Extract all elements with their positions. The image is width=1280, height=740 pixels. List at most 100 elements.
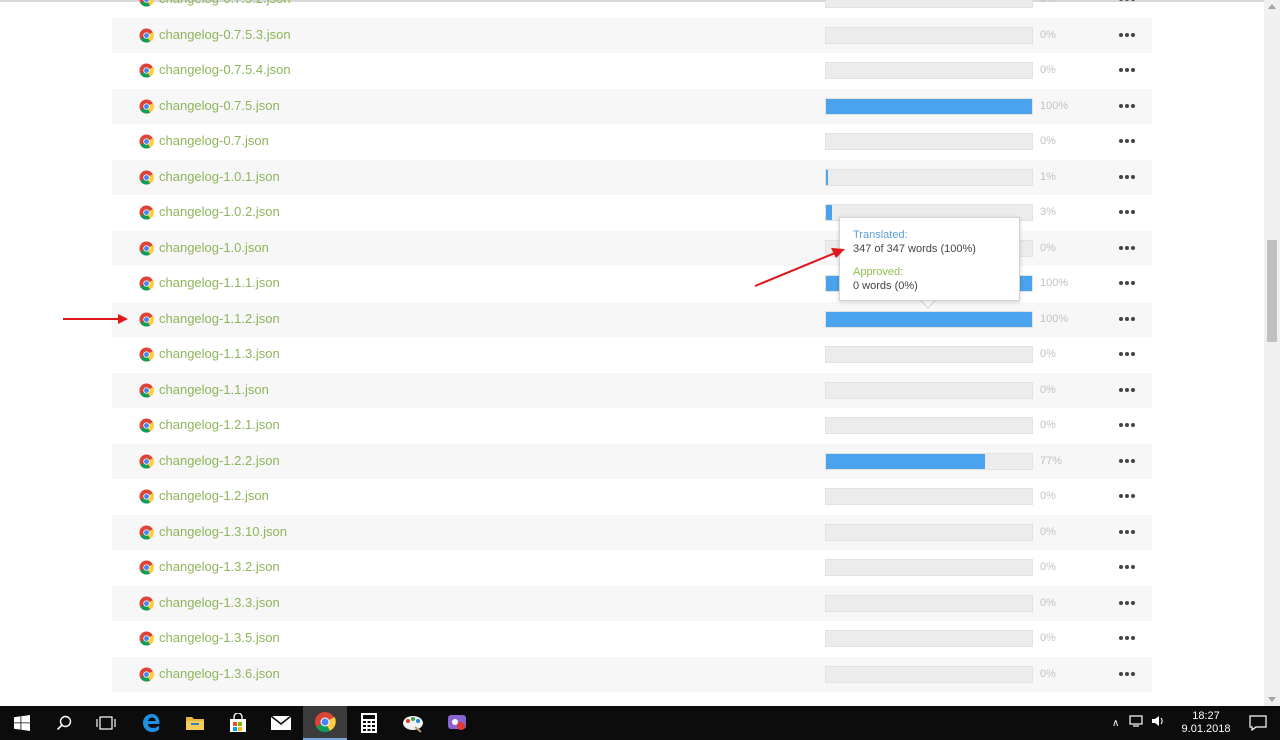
vertical-scrollbar[interactable] [1264, 0, 1280, 706]
notifications-icon[interactable] [1236, 706, 1280, 740]
file-name-link[interactable]: changelog-1.1.2.json [159, 311, 280, 326]
scroll-up-arrow-icon[interactable] [1268, 4, 1276, 9]
file-name-link[interactable]: changelog-0.7.json [159, 133, 269, 148]
more-options-icon[interactable] [1116, 524, 1138, 540]
more-options-icon[interactable] [1116, 630, 1138, 646]
file-row[interactable]: changelog-1.2.json 0% [112, 479, 1152, 515]
file-row[interactable]: changelog-1.1.3.json 0% [112, 337, 1152, 373]
translation-progress-bar[interactable] [825, 97, 1033, 115]
chrome-icon[interactable] [303, 706, 347, 740]
paint-icon[interactable] [391, 706, 435, 740]
tray-chevron-icon[interactable]: ∧ [1112, 718, 1119, 729]
file-name-link[interactable]: changelog-1.0.1.json [159, 169, 280, 184]
file-name-link[interactable]: changelog-1.2.1.json [159, 417, 280, 432]
more-options-icon[interactable] [1116, 204, 1138, 220]
more-options-icon[interactable] [1116, 240, 1138, 256]
file-row[interactable]: changelog-1.2.2.json 77% [112, 443, 1152, 479]
file-row[interactable]: changelog-1.2.1.json 0% [112, 408, 1152, 444]
task-view-icon[interactable] [84, 706, 128, 740]
scroll-down-arrow-icon[interactable] [1268, 697, 1276, 702]
more-options-icon[interactable] [1116, 382, 1138, 398]
file-name-link[interactable]: changelog-1.0.2.json [159, 204, 280, 219]
mail-icon[interactable] [259, 706, 303, 740]
app-icon[interactable] [435, 706, 479, 740]
file-row[interactable]: changelog-1.3.6.json 0% [112, 656, 1152, 692]
more-options-icon[interactable] [1116, 559, 1138, 575]
more-options-icon[interactable] [1116, 595, 1138, 611]
translation-progress-bar[interactable] [825, 346, 1033, 363]
volume-icon[interactable] [1151, 714, 1165, 732]
more-options-icon[interactable] [1116, 346, 1138, 362]
file-name-link[interactable]: changelog-1.1.json [159, 382, 269, 397]
translation-progress-bar[interactable] [825, 523, 1033, 541]
translation-progress-bar[interactable] [825, 26, 1033, 44]
file-name-link[interactable]: changelog-1.3.2.json [159, 559, 280, 574]
file-row[interactable]: changelog-1.3.3.json 0% [112, 585, 1152, 621]
file-name-link[interactable]: changelog-0.7.5.4.json [159, 62, 291, 77]
network-icon[interactable] [1129, 714, 1143, 732]
file-name-link[interactable]: changelog-1.3.3.json [159, 595, 280, 610]
file-row[interactable]: changelog-1.1.json 0% [112, 372, 1152, 408]
more-options-icon[interactable] [1116, 453, 1138, 469]
translation-progress-bar[interactable] [825, 594, 1033, 612]
translation-progress-bar[interactable] [825, 310, 1033, 328]
translation-progress-bar[interactable] [825, 133, 1033, 150]
translation-progress-bar[interactable] [825, 417, 1033, 434]
more-options-icon[interactable] [1116, 98, 1138, 114]
search-icon[interactable] [42, 706, 86, 740]
file-name-link[interactable]: changelog-1.2.json [159, 488, 269, 503]
file-row[interactable]: changelog-1.3.5.json 0% [112, 621, 1152, 657]
more-options-icon[interactable] [1116, 311, 1138, 327]
file-row[interactable]: changelog-0.7.5.4.json 0% [112, 53, 1152, 89]
file-name-link[interactable]: changelog-1.0.json [159, 240, 269, 255]
edge-icon[interactable] [130, 706, 174, 740]
file-explorer-icon[interactable] [173, 706, 217, 740]
more-options-icon[interactable] [1116, 169, 1138, 185]
file-name-link[interactable]: changelog-1.3.6.json [159, 666, 280, 681]
file-row[interactable]: changelog-0.7.5.json 100% [112, 88, 1152, 124]
file-name-link[interactable]: changelog-0.7.5.3.json [159, 27, 291, 42]
more-options-icon[interactable] [1116, 666, 1138, 682]
more-options-icon[interactable] [1116, 0, 1138, 7]
more-options-icon[interactable] [1116, 27, 1138, 43]
file-name-link[interactable]: changelog-1.2.2.json [159, 453, 280, 468]
file-row[interactable]: changelog-1.1.2.json 100% [112, 301, 1152, 337]
more-options-icon[interactable] [1116, 488, 1138, 504]
more-options-icon[interactable] [1116, 62, 1138, 78]
file-name-link[interactable]: changelog-0.7.5.2.json [159, 0, 291, 6]
windows-start-icon[interactable] [0, 706, 44, 740]
translation-progress-bar[interactable] [825, 665, 1033, 683]
translation-progress-bar[interactable] [825, 488, 1033, 505]
file-name-link[interactable]: changelog-1.1.1.json [159, 275, 280, 290]
file-row[interactable]: changelog-0.7.5.3.json 0% [112, 17, 1152, 53]
calculator-icon[interactable] [347, 706, 391, 740]
file-name-link[interactable]: changelog-1.3.5.json [159, 630, 280, 645]
progress-percent: 0% [1040, 490, 1056, 502]
file-row[interactable]: changelog-1.3.10.json 0% [112, 514, 1152, 550]
more-options-icon[interactable] [1116, 275, 1138, 291]
file-row[interactable]: changelog-0.7.json 0% [112, 124, 1152, 160]
translation-progress-bar[interactable] [825, 0, 1033, 8]
translation-progress-bar[interactable] [825, 452, 1033, 470]
chrome-file-icon [139, 560, 155, 575]
file-name-link[interactable]: changelog-0.7.5.json [159, 98, 280, 113]
file-row[interactable]: changelog-0.7.5.2.json 0% [112, 0, 1152, 18]
taskbar-clock[interactable]: 18:27 9.01.2018 [1176, 710, 1236, 736]
file-name-link[interactable]: changelog-1.3.10.json [159, 524, 287, 539]
translation-progress-bar[interactable] [825, 630, 1033, 647]
scrollbar-thumb[interactable] [1267, 240, 1277, 342]
file-name-link[interactable]: changelog-1.1.3.json [159, 346, 280, 361]
more-options-icon[interactable] [1116, 133, 1138, 149]
file-row[interactable]: changelog-1.3.2.json 0% [112, 550, 1152, 586]
tooltip-approved-label: Approved: [853, 266, 904, 278]
translation-progress-bar[interactable] [825, 62, 1033, 79]
translation-progress-bar[interactable] [825, 559, 1033, 576]
chrome-file-icon [139, 631, 155, 646]
tooltip-approved-value: 0 words (0%) [853, 280, 918, 292]
more-options-icon[interactable] [1116, 417, 1138, 433]
translation-progress-bar[interactable] [825, 381, 1033, 399]
store-icon[interactable] [216, 706, 260, 740]
translation-progress-bar[interactable] [825, 168, 1033, 186]
file-row[interactable]: changelog-1.0.1.json 1% [112, 159, 1152, 195]
progress-percent: 0% [1040, 0, 1056, 5]
